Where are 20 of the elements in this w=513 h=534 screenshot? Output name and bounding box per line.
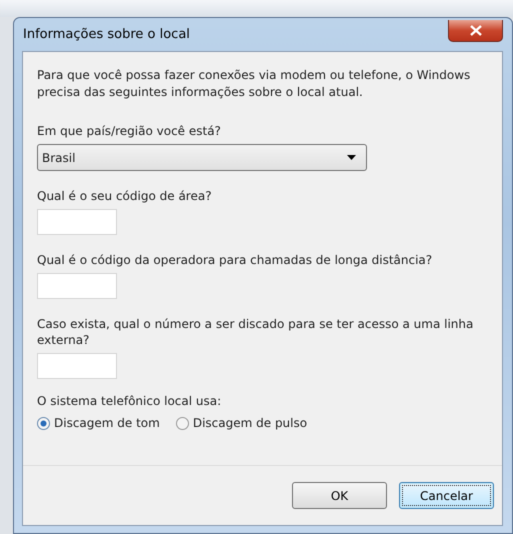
radio-button[interactable] [37, 416, 50, 430]
field-label: Em que país/região você está? [37, 123, 222, 139]
field-label: Qual é o código da operadora para chamadas de longa distância? [37, 252, 434, 268]
radio-label[interactable]: Discagem de tom [54, 414, 160, 432]
window-title: Informações sobre o local [22, 26, 190, 44]
text-field[interactable] [37, 273, 117, 299]
country-dropdown[interactable]: Brasil [37, 144, 367, 171]
dialing-label: O sistema telefônico local usa: [37, 393, 222, 409]
text-field[interactable] [37, 209, 117, 235]
close-button[interactable] [448, 20, 503, 42]
intro-text: Para que você possa fazer conexões via modem ou telefone, o Windows precisa das seguintes informações sobre o local atual. [37, 67, 472, 101]
radio-label[interactable]: Discagem de pulso [192, 414, 308, 432]
dialog-button[interactable]: Cancelar [399, 482, 494, 509]
dialog-button[interactable]: OK [292, 482, 387, 509]
close-icon [470, 24, 482, 36]
dropdown-arrow-icon [347, 155, 356, 160]
text-field[interactable] [37, 353, 117, 379]
radio-button[interactable] [176, 416, 189, 430]
field-label: Qual é o seu código de área? [37, 188, 213, 204]
field-label: Caso exista, qual o número a ser discado para se ter acesso a uma linha externa? [37, 316, 474, 348]
